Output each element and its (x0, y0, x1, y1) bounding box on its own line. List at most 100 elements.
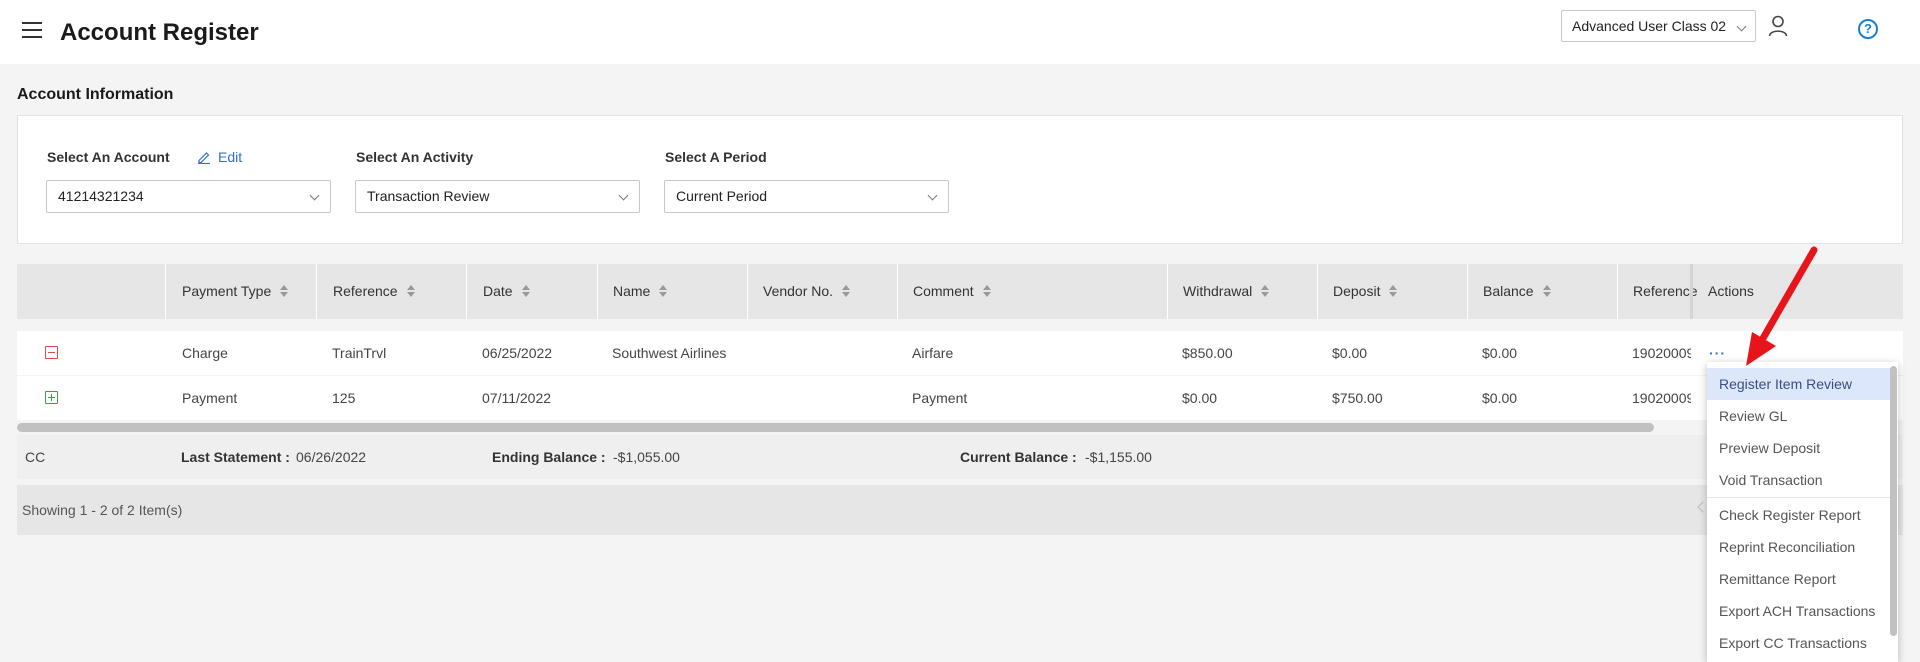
sort-icon (521, 285, 530, 297)
summary-type: CC (25, 449, 46, 465)
page-title: Account Register (60, 19, 259, 46)
col-name[interactable]: Name (613, 264, 668, 319)
minus-box-icon[interactable] (45, 346, 58, 359)
cell-deposit: $750.00 (1332, 390, 1383, 406)
table-row[interactable]: Charge TrainTrvl 06/25/2022 Southwest Ai… (17, 331, 1903, 375)
column-divider (747, 264, 748, 319)
activity-label: Select An Activity (356, 149, 474, 165)
actions-dropdown-menu: Register Item Review Review GL Preview D… (1707, 362, 1898, 662)
col-reference-label: Reference (333, 283, 398, 299)
sort-icon (280, 285, 289, 297)
cell-name: Southwest Airlines (612, 345, 727, 361)
cell-comment: Airfare (912, 345, 954, 361)
class-select-value: Advanced User Class 02 (1572, 18, 1727, 34)
menu-item-reprint-reconciliation[interactable]: Reprint Reconciliation (1707, 531, 1890, 563)
column-divider (597, 264, 598, 319)
sort-icon (842, 285, 851, 297)
period-select[interactable]: Current Period (664, 180, 949, 213)
cell-date: 06/25/2022 (482, 345, 553, 361)
cell-withdrawal: $850.00 (1182, 345, 1233, 361)
account-select[interactable]: 41214321234 (46, 180, 331, 213)
column-divider (466, 264, 467, 319)
ending-balance-value: -$1,055.00 (613, 449, 680, 465)
sort-icon (982, 285, 991, 297)
cell-payment-type: Charge (182, 345, 228, 361)
menu-scrollbar-thumb[interactable] (1890, 366, 1897, 636)
sort-icon (659, 285, 668, 297)
col-comment[interactable]: Comment (913, 264, 991, 319)
account-select-value: 41214321234 (58, 188, 144, 204)
ending-balance-label: Ending Balance : (492, 449, 606, 465)
menu-item-remittance-report[interactable]: Remittance Report (1707, 563, 1890, 595)
grid-header: Payment Type Reference Date Name Vendor … (17, 264, 1903, 319)
menu-item-preview-deposit[interactable]: Preview Deposit (1707, 432, 1890, 464)
grid-pager: Showing 1 - 2 of 2 Item(s) (17, 485, 1903, 535)
activity-select[interactable]: Transaction Review (355, 180, 640, 213)
col-deposit[interactable]: Deposit (1333, 264, 1398, 319)
cell-reference-2: 19020009 (1632, 390, 1691, 406)
class-select[interactable]: Advanced User Class 02 (1561, 10, 1756, 42)
col-date-label: Date (483, 283, 513, 299)
menu-item-check-register-report[interactable]: Check Register Report (1707, 499, 1890, 531)
col-vendor-no[interactable]: Vendor No. (763, 264, 851, 319)
sort-icon (1542, 285, 1551, 297)
col-vendor-no-label: Vendor No. (763, 283, 834, 299)
cell-comment: Payment (912, 390, 968, 406)
col-payment-type[interactable]: Payment Type (182, 264, 289, 319)
section-title: Account Information (17, 86, 174, 103)
period-label: Select A Period (665, 149, 767, 165)
chevron-down-icon (927, 190, 938, 201)
column-divider (1690, 264, 1693, 319)
help-icon[interactable]: ? (1858, 19, 1878, 39)
col-actions-label: Actions (1708, 283, 1754, 299)
cell-reference-2: 19020009 (1632, 345, 1691, 361)
col-balance-label: Balance (1483, 283, 1534, 299)
column-divider (165, 264, 166, 319)
col-reference[interactable]: Reference (333, 264, 415, 319)
pencil-icon (198, 152, 210, 164)
col-reference-2-label: Reference (1633, 283, 1698, 299)
edit-label: Edit (218, 149, 243, 165)
column-divider (897, 264, 898, 319)
cell-deposit: $0.00 (1332, 345, 1368, 361)
horizontal-scrollbar-thumb[interactable] (17, 423, 1654, 432)
column-divider (316, 264, 317, 319)
account-filter-card: Select An Account Edit Select An Activit… (17, 115, 1903, 244)
col-balance[interactable]: Balance (1483, 264, 1551, 319)
menu-item-export-cc-transactions[interactable]: Export CC Transactions (1707, 627, 1890, 659)
menu-item-register-item-review[interactable]: Register Item Review (1707, 368, 1890, 400)
activity-select-value: Transaction Review (367, 188, 490, 204)
col-reference-2[interactable]: Reference (1633, 264, 1717, 319)
col-payment-type-label: Payment Type (182, 283, 272, 299)
column-divider (1617, 264, 1618, 319)
cell-date: 07/11/2022 (482, 390, 552, 406)
top-bar: Account Register Advanced User Class 02 … (0, 0, 1920, 64)
col-actions: Actions (1708, 264, 1754, 319)
cell-withdrawal: $0.00 (1182, 390, 1218, 406)
sort-icon (1389, 285, 1398, 297)
sort-icon (406, 285, 415, 297)
col-withdrawal[interactable]: Withdrawal (1183, 264, 1270, 319)
cell-balance: $0.00 (1482, 390, 1518, 406)
account-summary-bar: CC Last Statement : 06/26/2022 Ending Ba… (17, 435, 1903, 479)
column-divider (1167, 264, 1168, 319)
current-balance-label: Current Balance : (960, 449, 1077, 465)
plus-box-icon[interactable] (45, 391, 58, 404)
period-select-value: Current Period (676, 188, 768, 204)
table-row[interactable]: Payment 125 07/11/2022 Payment $0.00 $75… (17, 376, 1903, 420)
col-withdrawal-label: Withdrawal (1183, 283, 1253, 299)
col-name-label: Name (613, 283, 651, 299)
menu-item-export-ach-transactions[interactable]: Export ACH Transactions (1707, 595, 1890, 627)
pager-showing-text: Showing 1 - 2 of 2 Item(s) (22, 502, 183, 518)
last-statement-label: Last Statement : (181, 449, 290, 465)
cell-reference: TrainTrvl (332, 345, 387, 361)
menu-item-void-transaction[interactable]: Void Transaction (1707, 464, 1890, 496)
column-divider (1467, 264, 1468, 319)
account-label: Select An Account (47, 149, 170, 165)
menu-item-review-gl[interactable]: Review GL (1707, 400, 1890, 432)
col-date[interactable]: Date (483, 264, 530, 319)
user-icon[interactable] (1768, 15, 1788, 37)
menu-divider (1707, 497, 1890, 498)
hamburger-menu-icon[interactable] (22, 22, 42, 38)
last-statement-value: 06/26/2022 (296, 449, 367, 465)
